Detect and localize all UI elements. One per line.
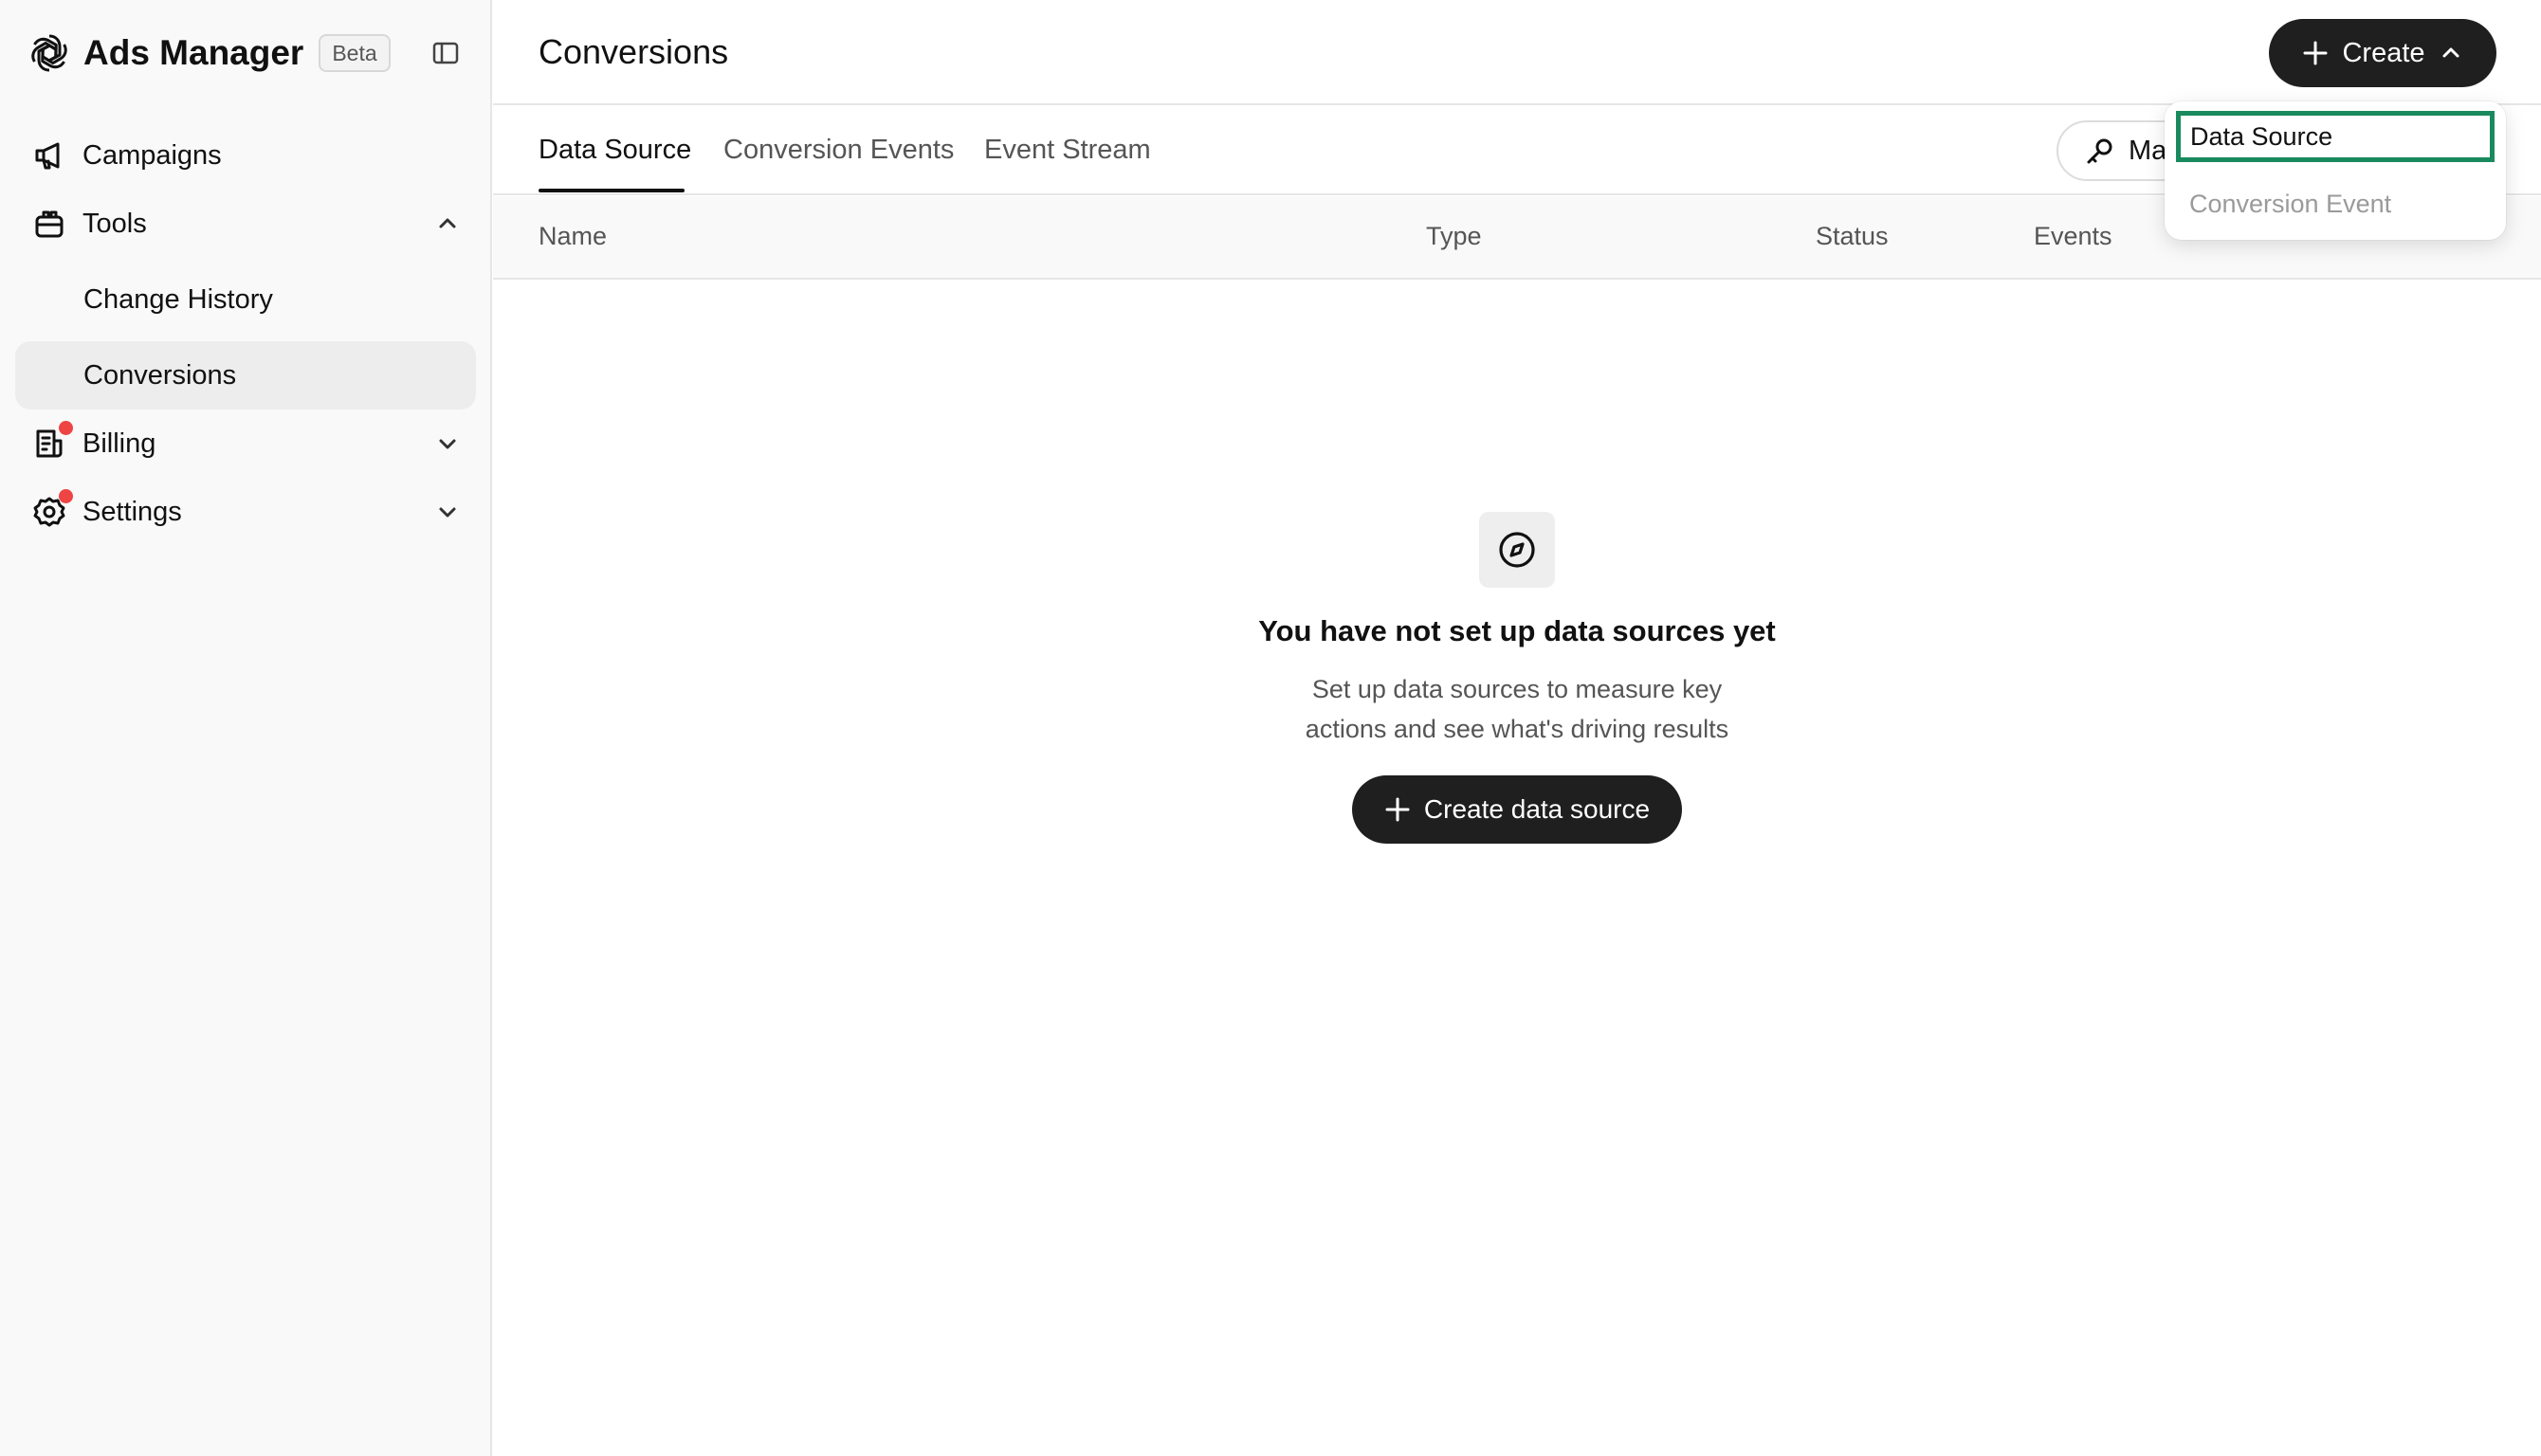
page-title: Conversions	[539, 32, 729, 71]
chevron-down-icon	[439, 439, 456, 449]
menu-item-data-source[interactable]: Data Source	[2176, 111, 2495, 162]
tab-conversion-events[interactable]: Conversion Events	[723, 135, 954, 166]
beta-badge: Beta	[319, 34, 391, 72]
sidebar-item-label: Campaigns	[82, 139, 222, 171]
sidebar-item-tools[interactable]: Tools	[15, 190, 476, 258]
column-header-status[interactable]: Status	[1816, 222, 1889, 251]
sidebar-item-billing[interactable]: Billing	[15, 410, 476, 478]
empty-state-description-line: Set up data sources to measure key	[1311, 675, 1723, 703]
notification-dot	[59, 421, 73, 435]
empty-state-description: Set up data sources to measure key actio…	[1043, 669, 1991, 749]
create-data-source-label: Create data source	[1423, 794, 1651, 824]
sidebar-nav: Campaigns Tools Change History Conversio…	[15, 121, 476, 546]
column-header-type[interactable]: Type	[1426, 222, 1482, 251]
toolbox-icon	[32, 207, 66, 241]
notification-dot	[59, 489, 73, 503]
sidebar-item-campaigns[interactable]: Campaigns	[15, 121, 476, 190]
sidebar-item-label: Tools	[82, 208, 147, 239]
page-header: Conversions Create	[493, 0, 2541, 105]
chevron-up-icon	[2442, 47, 2459, 58]
column-header-events[interactable]: Events	[2034, 222, 2112, 251]
tab-data-source[interactable]: Data Source	[539, 135, 691, 166]
empty-state-description-line: actions and see what's driving results	[1305, 715, 1729, 743]
create-button-label: Create	[2342, 37, 2425, 68]
sidebar-item-settings[interactable]: Settings	[15, 478, 476, 546]
tab-event-stream[interactable]: Event Stream	[984, 135, 1151, 166]
create-button[interactable]: Create	[2269, 19, 2496, 87]
app-root: Ads Manager Beta Campaigns Tools Change …	[0, 0, 2541, 1456]
compass-icon	[1499, 532, 1535, 568]
sidebar: Ads Manager Beta Campaigns Tools Change …	[0, 0, 492, 1456]
logo-icon	[31, 34, 67, 72]
megaphone-icon	[32, 138, 66, 173]
plus-icon	[2303, 41, 2328, 65]
manage-button-label: Ma	[2129, 135, 2167, 166]
empty-state-title: You have not set up data sources yet	[1258, 614, 1776, 647]
sidebar-item-label: Settings	[82, 496, 182, 527]
column-header-name[interactable]: Name	[539, 222, 607, 251]
empty-state-icon-box	[1479, 512, 1555, 588]
chevron-down-icon	[439, 507, 456, 518]
sidebar-item-change-history[interactable]: Change History	[15, 265, 476, 334]
chevron-up-icon	[439, 218, 456, 228]
plus-icon	[1385, 797, 1410, 822]
menu-item-conversion-event: Conversion Event	[2189, 189, 2392, 218]
sidebar-toggle-icon	[432, 42, 459, 64]
active-tab-indicator	[539, 189, 685, 192]
sidebar-toggle-button[interactable]	[427, 36, 465, 70]
receipt-icon	[32, 421, 73, 461]
brand: Ads Manager Beta	[28, 32, 391, 74]
sidebar-item-conversions[interactable]: Conversions	[15, 341, 476, 410]
create-data-source-button[interactable]: Create data source	[1352, 775, 1682, 844]
sidebar-item-label: Billing	[82, 428, 156, 459]
app-title: Ads Manager	[83, 33, 304, 72]
gear-icon	[32, 489, 73, 529]
create-dropdown-menu: Data Source Conversion Event	[2165, 101, 2506, 240]
key-icon	[2087, 138, 2112, 164]
